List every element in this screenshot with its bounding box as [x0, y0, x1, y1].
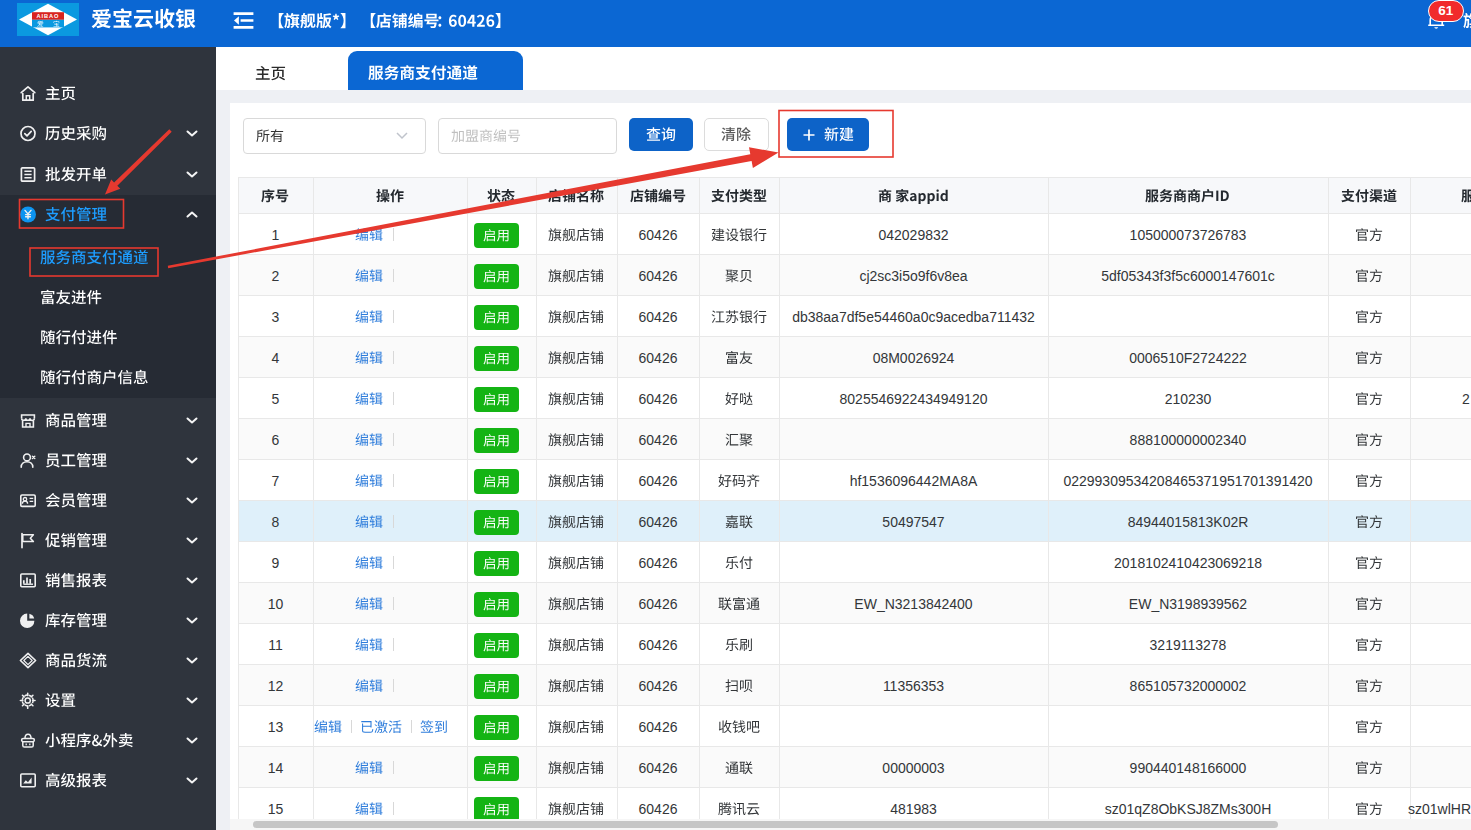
svg-text:AIBAO: AIBAO: [37, 13, 60, 19]
